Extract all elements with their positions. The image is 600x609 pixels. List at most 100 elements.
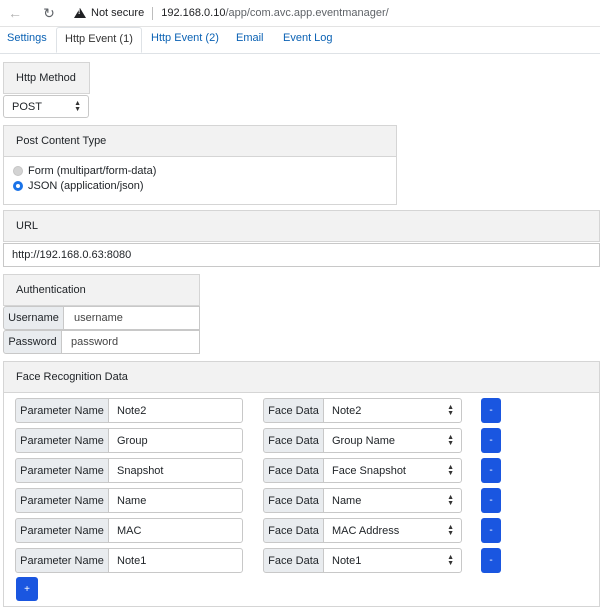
select-arrows-icon: ▲ ▼ — [447, 523, 454, 537]
url-title: URL — [16, 220, 39, 232]
address-bar[interactable]: 192.168.0.10/app/com.avc.app.eventmanage… — [161, 7, 389, 19]
select-arrows-icon: ▲ ▼ — [447, 433, 454, 447]
browser-toolbar: ← ↻ ! Not secure 192.168.0.10/app/com.av… — [0, 0, 600, 27]
parameter-name-input-text: Snapshot — [117, 464, 164, 477]
face-data-addon-text: Face Data — [268, 554, 319, 567]
address-separator — [152, 6, 154, 20]
parameter-name-input[interactable]: Note2 — [108, 398, 243, 423]
tab-settings[interactable]: Settings — [7, 32, 47, 44]
face-data-addon-text: Face Data — [268, 524, 319, 537]
parameter-name-addon: Parameter Name — [15, 428, 109, 453]
url-host: 192.168.0.10 — [161, 7, 226, 19]
parameter-name-addon: Parameter Name — [15, 548, 109, 573]
parameter-name-input-text: MAC — [117, 524, 142, 537]
remove-row-button-text: - — [489, 465, 493, 476]
parameter-name-addon-text: Parameter Name — [20, 464, 104, 477]
face-data-select-text: MAC Address — [332, 524, 400, 537]
tab-http-event-1[interactable]: Http Event (1) — [56, 27, 142, 53]
face-data-select[interactable]: MAC Address ▲ ▼ — [323, 518, 462, 543]
select-arrows-icon: ▲ ▼ — [447, 463, 454, 477]
http-method-select[interactable]: POST ▲ ▼ — [3, 95, 89, 118]
parameter-name-addon: Parameter Name — [15, 518, 109, 543]
face-data-select[interactable]: Group Name ▲ ▼ — [323, 428, 462, 453]
password-label: Password — [8, 336, 57, 348]
parameter-name-addon-text: Parameter Name — [20, 404, 104, 417]
tab-http-event-2[interactable]: Http Event (2) — [151, 32, 219, 44]
post-content-title: Post Content Type — [16, 135, 107, 147]
url-header: URL — [3, 210, 600, 242]
parameter-name-input[interactable]: Name — [108, 488, 243, 513]
radio-form-label: Form (multipart/form-data) — [28, 165, 157, 177]
parameter-name-input[interactable]: Group — [108, 428, 243, 453]
radio-checked-icon[interactable] — [13, 181, 23, 191]
face-data-addon: Face Data — [263, 398, 324, 423]
face-data-select-text: Note2 — [332, 404, 362, 417]
face-data-select[interactable]: Note2 ▲ ▼ — [323, 398, 462, 423]
face-data-addon-text: Face Data — [268, 434, 319, 447]
parameter-name-input-text: Group — [117, 434, 148, 447]
face-data-addon: Face Data — [263, 548, 324, 573]
password-input[interactable]: password — [61, 330, 200, 354]
parameter-name-addon: Parameter Name — [15, 398, 109, 423]
not-secure-label: Not secure — [91, 7, 145, 19]
parameter-name-addon: Parameter Name — [15, 458, 109, 483]
select-arrows-icon: ▲ ▼ — [74, 99, 81, 113]
remove-row-button-text: - — [489, 435, 493, 446]
reload-icon[interactable]: ↻ — [40, 4, 58, 22]
remove-row-button-text: - — [489, 495, 493, 506]
face-data-header: Face Recognition Data — [3, 361, 600, 393]
parameter-name-input[interactable]: Snapshot — [108, 458, 243, 483]
post-content-header: Post Content Type — [3, 125, 397, 157]
face-data-select[interactable]: Note1 ▲ ▼ — [323, 548, 462, 573]
parameter-name-input-text: Note2 — [117, 404, 147, 417]
face-data-select[interactable]: Name ▲ ▼ — [323, 488, 462, 513]
remove-row-button[interactable]: - — [481, 548, 501, 573]
tab-bar: Settings Http Event (1) Http Event (2) E… — [0, 26, 600, 54]
parameter-name-input[interactable]: Note1 — [108, 548, 243, 573]
face-data-select-text: Name — [332, 494, 362, 507]
http-method-header: Http Method — [3, 62, 90, 94]
parameter-name-input[interactable]: MAC — [108, 518, 243, 543]
remove-row-button[interactable]: - — [481, 398, 501, 423]
warning-icon: ! — [74, 8, 86, 18]
parameter-name-addon: Parameter Name — [15, 488, 109, 513]
face-data-select-text: Face Snapshot — [332, 464, 406, 477]
add-icon: + — [24, 583, 30, 595]
http-method-value: POST — [12, 100, 42, 113]
tab-email[interactable]: Email — [236, 32, 264, 44]
username-input[interactable]: username — [63, 306, 200, 330]
face-data-select-text: Group Name — [332, 434, 395, 447]
face-data-addon: Face Data — [263, 518, 324, 543]
back-arrow-icon[interactable]: ← — [6, 4, 24, 22]
select-arrows-icon: ▲ ▼ — [447, 403, 454, 417]
face-data-addon: Face Data — [263, 488, 324, 513]
security-indicator[interactable]: ! Not secure — [74, 7, 144, 19]
face-data-addon-text: Face Data — [268, 404, 319, 417]
face-data-select[interactable]: Face Snapshot ▲ ▼ — [323, 458, 462, 483]
face-data-addon-text: Face Data — [268, 464, 319, 477]
face-data-title: Face Recognition Data — [16, 371, 128, 383]
username-label: Username — [8, 312, 59, 324]
remove-row-button[interactable]: - — [481, 488, 501, 513]
remove-row-button-text: - — [489, 555, 493, 566]
remove-row-button[interactable]: - — [481, 428, 501, 453]
select-arrows-icon: ▲ ▼ — [447, 493, 454, 507]
parameter-name-addon-text: Parameter Name — [20, 554, 104, 567]
radio-unchecked-icon[interactable] — [13, 166, 23, 176]
parameter-name-input-text: Note1 — [117, 554, 147, 567]
tab-event-log[interactable]: Event Log — [283, 32, 333, 44]
http-method-title: Http Method — [16, 72, 76, 84]
add-row-button[interactable]: + — [16, 577, 38, 601]
parameter-name-addon-text: Parameter Name — [20, 524, 104, 537]
radio-json[interactable]: JSON (application/json) — [13, 180, 144, 192]
face-data-addon: Face Data — [263, 428, 324, 453]
face-data-select-text: Note1 — [332, 554, 362, 567]
url-input[interactable]: http://192.168.0.63:8080 — [3, 243, 600, 267]
parameter-name-addon-text: Parameter Name — [20, 494, 104, 507]
parameter-name-input-text: Name — [117, 494, 147, 507]
remove-row-button[interactable]: - — [481, 518, 501, 543]
remove-row-button[interactable]: - — [481, 458, 501, 483]
url-value: http://192.168.0.63:8080 — [12, 249, 132, 261]
radio-form-data[interactable]: Form (multipart/form-data) — [13, 165, 156, 177]
username-addon: Username — [3, 306, 64, 330]
